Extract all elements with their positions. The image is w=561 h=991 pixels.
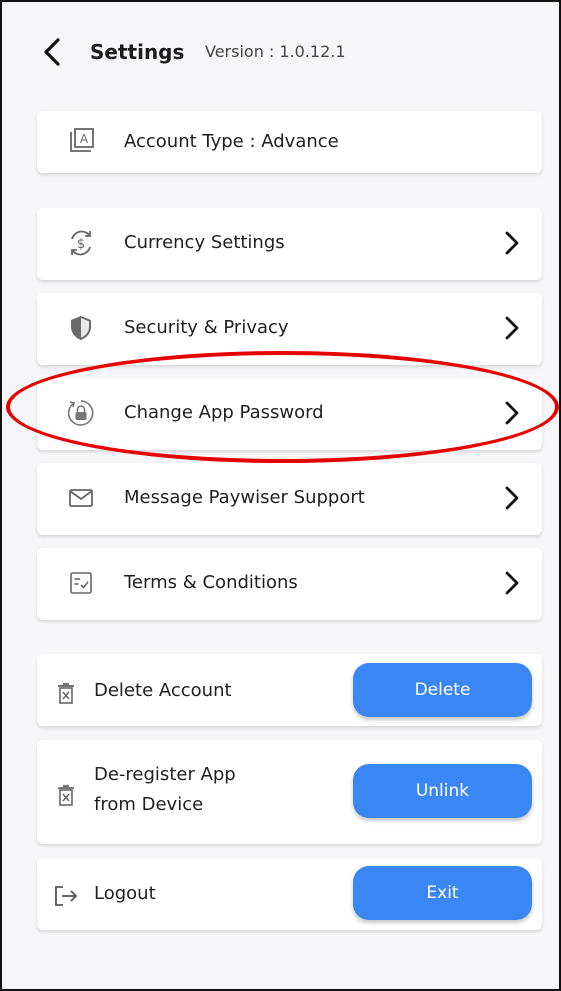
chevron-right-icon[interactable] bbox=[498, 314, 526, 342]
menu-item-currency-settings[interactable]: $ Currency Settings bbox=[37, 208, 542, 280]
chevron-right-icon[interactable] bbox=[498, 229, 526, 257]
delete-button[interactable]: Delete bbox=[353, 663, 532, 717]
menu-item-message-support[interactable]: Message Paywiser Support bbox=[37, 463, 542, 535]
chevron-right-icon[interactable] bbox=[498, 484, 526, 512]
menu-item-label: Currency Settings bbox=[124, 232, 285, 253]
menu-item-label: Terms & Conditions bbox=[124, 572, 298, 593]
deregister-label-line2: from Device bbox=[94, 794, 204, 815]
account-type-card: A Account Type : Advance bbox=[37, 111, 542, 173]
trash-icon bbox=[53, 678, 79, 710]
header: Settings Version : 1.0.12.1 bbox=[2, 30, 559, 74]
page-title: Settings bbox=[90, 40, 185, 64]
menu-item-change-app-password[interactable]: Change App Password bbox=[37, 378, 542, 450]
chevron-right-icon[interactable] bbox=[498, 569, 526, 597]
menu-item-security-privacy[interactable]: Security & Privacy bbox=[37, 293, 542, 365]
logout-label: Logout bbox=[94, 883, 156, 904]
deregister-label-line1: De-register App bbox=[94, 764, 236, 785]
chevron-left-icon bbox=[44, 38, 60, 66]
account-type-label: Account Type : Advance bbox=[124, 131, 339, 152]
svg-text:A: A bbox=[80, 132, 89, 146]
back-button[interactable] bbox=[34, 34, 70, 70]
trash-icon bbox=[53, 780, 79, 812]
envelope-icon bbox=[65, 482, 97, 514]
logout-card: Logout Exit bbox=[37, 858, 542, 930]
svg-text:$: $ bbox=[77, 237, 85, 252]
account-badge-icon: A bbox=[65, 125, 97, 157]
logout-icon bbox=[53, 880, 79, 912]
menu-item-terms-conditions[interactable]: Terms & Conditions bbox=[37, 548, 542, 620]
exit-button[interactable]: Exit bbox=[353, 866, 532, 920]
settings-screen: Settings Version : 1.0.12.1 A Account Ty… bbox=[0, 0, 561, 991]
shield-icon bbox=[65, 312, 97, 344]
deregister-card: De-register App from Device Unlink bbox=[37, 740, 542, 844]
unlink-button[interactable]: Unlink bbox=[353, 764, 532, 818]
chevron-right-icon[interactable] bbox=[498, 399, 526, 427]
version-label: Version : 1.0.12.1 bbox=[205, 42, 346, 61]
lock-refresh-icon bbox=[65, 397, 97, 429]
delete-account-card: Delete Account Delete bbox=[37, 654, 542, 726]
delete-account-label: Delete Account bbox=[94, 680, 232, 701]
menu-item-label: Change App Password bbox=[124, 402, 324, 423]
menu-item-label: Message Paywiser Support bbox=[124, 487, 365, 508]
checklist-icon bbox=[65, 567, 97, 599]
menu-item-label: Security & Privacy bbox=[124, 317, 289, 338]
currency-exchange-icon: $ bbox=[65, 227, 97, 259]
